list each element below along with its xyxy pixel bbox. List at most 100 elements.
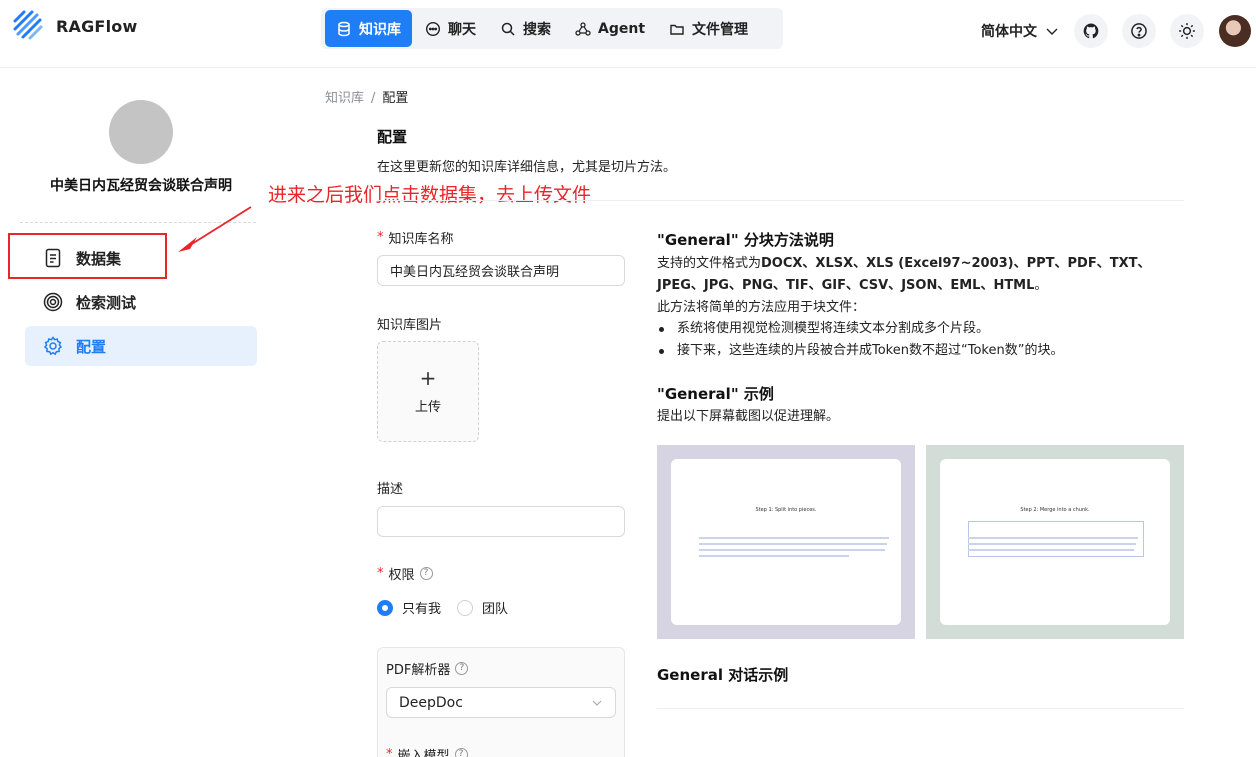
method-description: 此方法将简单的方法应用于块文件： xyxy=(657,300,866,315)
language-select[interactable]: 简体中文 xyxy=(981,21,1059,41)
page-title: 配置 xyxy=(377,128,408,146)
example-screenshot-step2: Step 2: Merge into a chunk. xyxy=(926,445,1184,639)
breadcrumb-separator: / xyxy=(371,91,376,106)
list-item: 接下来，这些连续的片段被合并成Token数不超过“Token数”的块。 xyxy=(657,340,1063,362)
screenshot-step-label: Step 2: Merge into a chunk. xyxy=(1020,507,1090,513)
app-logo[interactable]: RAGFlow xyxy=(12,9,137,43)
folder-icon xyxy=(670,24,684,35)
permission-radio-group: 只有我 团队 xyxy=(377,598,524,617)
main-nav: 知识库 聊天 搜索 Agent 文件管理 xyxy=(321,8,783,49)
label-text: 知识库名称 xyxy=(388,232,454,247)
breadcrumb: 知识库 / 配置 xyxy=(325,87,408,106)
nav-knowledge-base[interactable]: 知识库 xyxy=(325,10,412,47)
nav-label: 知识库 xyxy=(359,21,401,38)
text-line xyxy=(968,537,1138,539)
nav-label: 搜索 xyxy=(523,21,551,38)
required-mark: * xyxy=(386,747,393,757)
user-avatar[interactable] xyxy=(1219,15,1251,47)
text-line xyxy=(968,549,1134,551)
nav-label: 聊天 xyxy=(448,21,476,38)
text-line xyxy=(968,543,1136,545)
page-description: 在这里更新您的知识库详细信息，尤其是切片方法。 xyxy=(377,160,677,175)
search-icon xyxy=(501,22,515,36)
text-line xyxy=(699,537,889,539)
ragflow-logo-icon xyxy=(13,10,43,40)
chevron-down-icon xyxy=(1046,28,1058,35)
annotation-text: 进来之后我们点击数据集，去上传文件 xyxy=(268,184,592,206)
label-text: 知识库图片 xyxy=(377,318,443,333)
required-mark: * xyxy=(377,230,384,245)
top-header: RAGFlow 知识库 聊天 搜索 Agent 文件管理 简体中文 xyxy=(0,0,1256,68)
help-icon[interactable]: ? xyxy=(455,662,469,675)
formats-prefix: 支持的文件格式为 xyxy=(657,256,762,271)
example-description: 提出以下屏幕截图以促进理解。 xyxy=(657,409,840,424)
radio-only-me[interactable] xyxy=(377,599,393,616)
kb-name-value: 中美日内瓦经贸会谈联合声明 xyxy=(390,265,560,280)
breadcrumb-current: 配置 xyxy=(382,91,409,106)
screenshot-step-label: Step 1: Split into pieces. xyxy=(755,507,817,513)
info-divider xyxy=(657,708,1184,709)
description-input[interactable] xyxy=(377,506,625,537)
image-upload-button[interactable]: + 上传 xyxy=(377,341,479,442)
kb-name-label: * 知识库名称 xyxy=(377,228,454,247)
radio-label: 只有我 xyxy=(402,602,442,617)
knowledge-base-name: 中美日内瓦经贸会谈联合声明 xyxy=(50,178,232,194)
pdf-parser-value: DeepDoc xyxy=(399,694,463,711)
agent-icon xyxy=(575,21,591,36)
permission-label: * 权限 ? xyxy=(377,564,433,583)
nav-label: Agent xyxy=(598,20,646,37)
sidebar-item-label: 配置 xyxy=(76,337,107,356)
github-icon xyxy=(1083,23,1099,39)
upload-label: 上传 xyxy=(414,400,441,415)
sidebar-item-retrieval-test[interactable]: 检索测试 xyxy=(25,282,257,322)
list-item: 系统将使用视觉检测模型将连续文本分割成多个片段。 xyxy=(657,318,1063,340)
nav-label: 文件管理 xyxy=(692,21,749,38)
nav-agent[interactable]: Agent xyxy=(564,10,656,47)
supported-formats: 支持的文件格式为DOCX、XLSX、XLS (Excel97~2003)、PPT… xyxy=(657,253,1184,297)
app-name: RAGFlow xyxy=(56,16,138,36)
help-button[interactable] xyxy=(1122,14,1156,48)
chunk-box xyxy=(968,521,1144,557)
embedding-model-label: * 嵌入模型 ? xyxy=(386,745,468,757)
chevron-down-icon xyxy=(592,700,602,706)
formats-suffix: 。 xyxy=(1034,278,1048,293)
question-circle-icon xyxy=(1131,23,1147,39)
label-text: 嵌入模型 xyxy=(397,749,450,757)
pdf-parser-label: PDF解析器 ? xyxy=(386,659,469,678)
github-button[interactable] xyxy=(1074,14,1108,48)
required-mark: * xyxy=(377,566,384,581)
gear-icon xyxy=(43,336,63,356)
label-text: PDF解析器 xyxy=(386,663,451,678)
dialog-example-title: General 对话示例 xyxy=(657,666,789,684)
method-title: "General" 分块方法说明 xyxy=(657,231,834,249)
kb-name-input[interactable]: 中美日内瓦经贸会谈联合声明 xyxy=(377,255,625,286)
help-icon[interactable]: ? xyxy=(419,567,433,580)
label-text: 权限 xyxy=(388,568,415,583)
radio-label: 团队 xyxy=(482,602,509,617)
help-icon[interactable]: ? xyxy=(454,748,468,757)
pdf-parser-select[interactable]: DeepDoc xyxy=(386,687,616,718)
example-title: "General" 示例 xyxy=(657,385,774,403)
nav-chat[interactable]: 聊天 xyxy=(414,10,487,47)
radio-team[interactable] xyxy=(457,599,474,616)
annotation-highlight-box xyxy=(8,233,167,279)
method-steps-list: 系统将使用视觉检测模型将连续文本分割成多个片段。 接下来，这些连续的片段被合并成… xyxy=(657,318,1063,362)
annotation-arrow-icon xyxy=(178,206,252,252)
main-divider xyxy=(377,200,1184,201)
example-screenshot-step1: Step 1: Split into pieces. xyxy=(657,445,915,639)
theme-toggle-button[interactable] xyxy=(1170,14,1204,48)
sun-icon xyxy=(1179,23,1195,39)
nav-search[interactable]: 搜索 xyxy=(489,10,562,47)
nav-file-management[interactable]: 文件管理 xyxy=(658,10,759,47)
description-label: 描述 xyxy=(377,478,403,497)
knowledge-base-avatar xyxy=(109,100,173,164)
breadcrumb-root[interactable]: 知识库 xyxy=(325,91,364,106)
target-icon xyxy=(43,292,63,312)
screenshot-paper: Step 2: Merge into a chunk. xyxy=(940,459,1170,625)
plus-icon: + xyxy=(419,366,437,390)
kb-image-label: 知识库图片 xyxy=(377,314,442,333)
database-icon xyxy=(338,21,350,36)
sidebar-item-settings[interactable]: 配置 xyxy=(25,326,257,366)
sidebar-item-label: 检索测试 xyxy=(76,293,137,312)
language-label: 简体中文 xyxy=(981,24,1037,40)
